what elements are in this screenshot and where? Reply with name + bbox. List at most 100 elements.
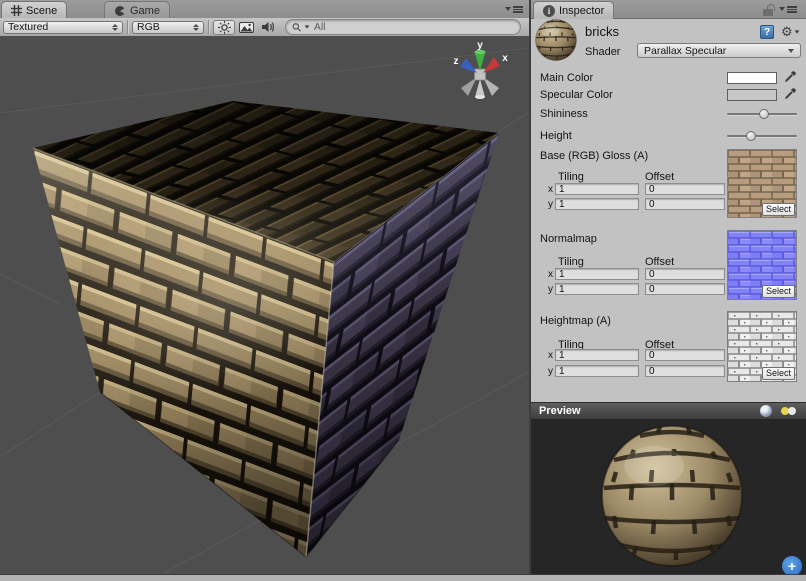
row-y-label: y [548,366,553,377]
texture-height-label: Heightmap (A) [540,315,611,327]
updown-arrows-icon [193,24,199,31]
scene-tabstrip: Scene Game [0,0,529,19]
scene-toolbar: Textured RGB [0,18,529,37]
speaker-icon [261,21,275,33]
scene-orientation-gizmo[interactable]: y x z [454,40,509,99]
search-filter-arrow-icon [304,25,309,28]
inspector-panel: i Inspector bricks Shader Parallax Specu… [531,0,806,581]
normal-offset-x-field[interactable] [645,268,725,280]
texture-normal-label: Normalmap [540,233,597,245]
specular-color-label: Specular Color [540,89,613,101]
search-icon [292,22,302,33]
gizmo-axis-z[interactable] [460,58,477,73]
shininess-slider[interactable] [727,108,797,120]
unity-editor-window: Scene Game Textured RGB [0,0,806,581]
render-mode-value: Textured [8,21,48,33]
render-mode-dropdown[interactable]: Textured [3,21,123,34]
tab-scene[interactable]: Scene [1,1,67,19]
shininess-label: Shininess [540,108,588,120]
normal-tiling-x-field[interactable] [555,268,639,280]
eyedropper-icon[interactable] [783,87,797,101]
preview-header[interactable]: Preview [531,402,806,420]
scene-search-field[interactable] [285,19,521,35]
lock-icon [763,4,774,16]
base-tiling-y-field[interactable] [555,198,639,210]
base-offset-y-field[interactable] [645,198,725,210]
texture-base-label: Base (RGB) Gloss (A) [540,150,648,162]
chevron-down-icon [505,7,511,11]
gizmo-label-x: x [502,53,508,64]
select-texture-button[interactable]: Select [762,285,795,298]
tab-game[interactable]: Game [104,1,170,19]
height-slider[interactable] [727,130,797,142]
row-x-label: x [548,269,553,280]
offset-header: Offset [645,171,674,183]
scene-panel-menu[interactable] [505,6,523,13]
preview-sphere-button[interactable] [760,405,772,417]
gizmo-axis-x[interactable] [483,57,500,73]
heightmap-tiling-x-field[interactable] [555,349,639,361]
height-label: Height [540,130,572,142]
gizmo-label-y: y [477,40,483,51]
gear-icon[interactable]: ⚙ [781,25,800,38]
preview-body[interactable] [531,420,806,574]
game-icon [114,5,126,17]
brick-cube[interactable] [33,101,499,557]
hamburger-icon [513,6,523,13]
tiling-header: Tiling [558,256,584,268]
base-offset-x-field[interactable] [645,183,725,195]
inspector-tabstrip: i Inspector [531,0,806,19]
tiling-header: Tiling [558,171,584,183]
heightmap-offset-x-field[interactable] [645,349,725,361]
shader-dropdown[interactable]: Parallax Specular [637,43,801,58]
row-y-label: y [548,199,553,210]
eyedropper-icon[interactable] [783,70,797,84]
slider-knob[interactable] [746,131,756,141]
texture-normal-thumbnail[interactable]: Select [727,230,797,300]
inspector-panel-menu[interactable] [779,6,797,13]
scene-audio-toggle[interactable] [257,20,279,35]
preview-lighting-button[interactable] [780,405,798,417]
shader-label: Shader [585,46,620,58]
texture-base-thumbnail[interactable]: Select [727,149,797,218]
scene-3d-view: y x z [0,36,529,581]
updown-arrows-icon [112,24,118,31]
tab-inspector[interactable]: i Inspector [533,1,614,19]
base-tiling-x-field[interactable] [555,183,639,195]
slider-track[interactable] [727,135,797,137]
preview-title: Preview [539,405,581,417]
tab-inspector-label: Inspector [559,5,604,17]
color-channels-dropdown[interactable]: RGB [132,21,204,34]
normal-tiling-y-field[interactable] [555,283,639,295]
color-channels-value: RGB [137,21,160,33]
row-y-label: y [548,284,553,295]
heightmap-tiling-y-field[interactable] [555,365,639,377]
search-input[interactable] [312,20,514,34]
texture-height-thumbnail[interactable]: Select [727,311,797,382]
chevron-down-icon [779,7,785,11]
normal-offset-y-field[interactable] [645,283,725,295]
scene-viewport[interactable]: y x z [0,36,529,581]
specular-color-swatch[interactable] [727,89,777,101]
sun-icon [218,21,231,34]
preview-add-button[interactable]: + [782,556,802,576]
select-texture-button[interactable]: Select [762,367,795,380]
hamburger-icon [787,6,797,13]
gizmo-axis-gray[interactable] [475,79,485,97]
select-texture-button[interactable]: Select [762,203,795,216]
tab-scene-label: Scene [26,5,57,17]
help-icon[interactable]: ? [760,25,774,39]
slider-knob[interactable] [759,109,769,119]
material-thumbnail-sphere[interactable] [535,19,577,61]
row-x-label: x [548,350,553,361]
scene-lighting-toggle[interactable] [213,20,235,35]
scene-grid-icon [11,5,22,16]
info-icon: i [543,5,555,17]
main-color-swatch[interactable] [727,72,777,84]
scene-effects-toggle[interactable] [235,20,257,35]
gizmo-axis-y[interactable] [475,52,486,71]
inspector-lock-button[interactable] [763,4,774,16]
preview-sphere [531,420,806,574]
toolbar-separator [208,20,209,34]
heightmap-offset-y-field[interactable] [645,365,725,377]
